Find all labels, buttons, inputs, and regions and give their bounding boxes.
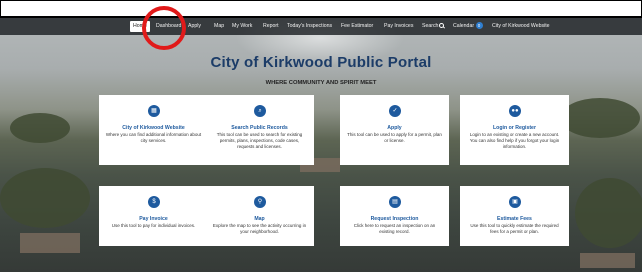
card-search-records[interactable]: ⌕ Search Public Records This tool can be… — [205, 95, 314, 165]
nav-my-work[interactable]: My Work — [232, 18, 252, 35]
card-map[interactable]: ⚲ Map Explore the map to see the activit… — [205, 186, 314, 246]
highlight-annotation-circle — [142, 6, 186, 50]
top-empty-box — [0, 0, 642, 18]
card-description: Login to an existing or create a new acc… — [469, 132, 560, 149]
card-title[interactable]: Login or Register — [460, 125, 569, 131]
scenery-rooftops — [20, 233, 80, 253]
card-title[interactable]: Pay Invoice — [99, 216, 208, 222]
calculator-icon: ▣ — [509, 196, 521, 208]
search-icon — [439, 23, 445, 29]
card-title[interactable]: City of Kirkwood Website — [99, 125, 208, 131]
card-request-inspection[interactable]: ▤ Request Inspection Click here to reque… — [340, 186, 449, 246]
hero-section: Home Dashboard Apply Map My Work Report … — [0, 18, 642, 272]
card-estimate-fees[interactable]: ▣ Estimate Fees Use this tool to quickly… — [460, 186, 569, 246]
clipboard-check-icon: ✓ — [389, 105, 401, 117]
nav-city-website[interactable]: City of Kirkwood Website — [492, 18, 550, 35]
card-description: Use this tool to quickly estimate the re… — [470, 223, 559, 234]
scenery-trees — [0, 168, 90, 228]
card-title[interactable]: Map — [205, 216, 314, 222]
calendar-count-badge: 0 — [475, 22, 483, 30]
users-icon: ●● — [509, 105, 521, 117]
card-title[interactable]: Apply — [340, 125, 449, 131]
card-description: Explore the map to see the activity occu… — [212, 223, 307, 234]
card-description: This tool can be used to apply for a per… — [347, 132, 442, 143]
card-title[interactable]: Request Inspection — [340, 216, 449, 222]
dollar-icon: $ — [148, 196, 160, 208]
nav-map[interactable]: Map — [214, 18, 224, 35]
scenery-rooftops — [580, 253, 635, 268]
scenery-trees — [560, 98, 640, 138]
card-title[interactable]: Search Public Records — [205, 125, 314, 131]
card-description: Use this tool to pay for individual invo… — [111, 223, 196, 228]
scenery-trees — [575, 178, 642, 248]
nav-fee-estimator[interactable]: Fee Estimator — [341, 18, 373, 35]
card-login-register[interactable]: ●● Login or Register Login to an existin… — [460, 95, 569, 165]
card-apply[interactable]: ✓ Apply This tool can be used to apply f… — [340, 95, 449, 165]
page-title: City of Kirkwood Public Portal — [210, 54, 432, 71]
nav-search-label: Search — [422, 23, 439, 29]
page-subtitle: WHERE COMMUNITY AND SPIRIT MEET — [265, 80, 377, 86]
nav-report[interactable]: Report — [263, 18, 279, 35]
search-icon: ⌕ — [254, 105, 266, 117]
card-title[interactable]: Estimate Fees — [460, 216, 569, 222]
card-description: Where you can find additional informatio… — [105, 132, 202, 143]
building-icon: ▦ — [148, 105, 160, 117]
nav-search[interactable]: Search — [422, 18, 445, 35]
top-navbar: Home Dashboard Apply Map My Work Report … — [0, 18, 642, 35]
nav-apply[interactable]: Apply — [188, 18, 201, 35]
nav-calendar[interactable]: Calendar 0 — [453, 18, 483, 35]
scenery-trees — [10, 113, 70, 143]
card-city-website[interactable]: ▦ City of Kirkwood Website Where you can… — [99, 95, 208, 165]
nav-calendar-label: Calendar — [453, 23, 475, 29]
card-description: This tool can be used to search for exis… — [216, 132, 303, 149]
calendar-icon: ▤ — [389, 196, 401, 208]
nav-todays-inspections[interactable]: Today's Inspections — [287, 18, 332, 35]
card-description: Click here to request an inspection on a… — [353, 223, 436, 234]
nav-pay-invoices[interactable]: Pay Invoices — [384, 18, 413, 35]
card-pay-invoice[interactable]: $ Pay Invoice Use this tool to pay for i… — [99, 186, 208, 246]
map-pin-icon: ⚲ — [254, 196, 266, 208]
